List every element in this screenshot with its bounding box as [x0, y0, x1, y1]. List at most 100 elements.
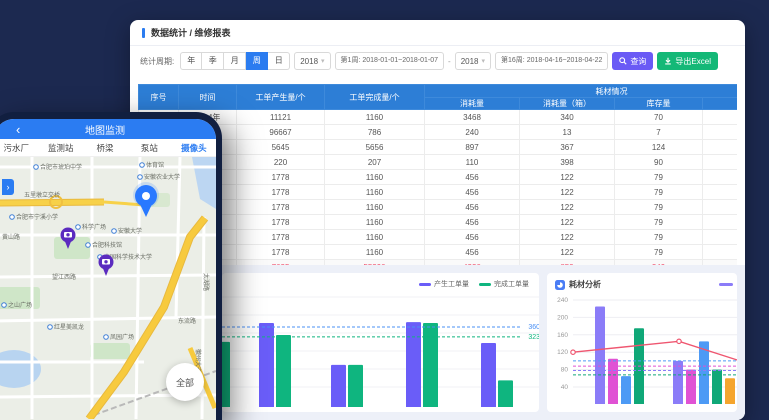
- poi-icon: [48, 325, 53, 330]
- table-cell: 456: [425, 170, 520, 185]
- phone-tab-监测站[interactable]: 监测站: [38, 142, 82, 154]
- period-option-季[interactable]: 季: [202, 52, 224, 70]
- table-cell: 456: [425, 245, 520, 260]
- back-icon[interactable]: ‹: [16, 119, 20, 143]
- y-axis-tick: 160: [557, 332, 568, 339]
- phone-tab-bar: 污水厂监测站桥梁泵站摄像头: [0, 139, 216, 157]
- consumable-bar-chart: 2402001601208040: [547, 290, 737, 404]
- map-label: 望江西路: [52, 273, 76, 281]
- consumable-chart-card: 耗材分析 2402001601208040: [547, 273, 737, 412]
- table-cell: 1778: [237, 215, 325, 230]
- table-cell: 1160: [325, 200, 425, 215]
- y-axis-tick: 120: [557, 349, 568, 356]
- sub-column-header: 消耗量: [425, 98, 520, 110]
- map-label: 东流路: [178, 317, 196, 325]
- group-header: 耗材情况: [425, 85, 738, 98]
- legend-item[interactable]: 完成工单量: [479, 279, 529, 289]
- breadcrumb-accent-bar: [142, 28, 145, 38]
- table-cell: 456: [425, 200, 520, 215]
- table-cell: 690: [703, 125, 738, 140]
- table-cell: 1160: [325, 215, 425, 230]
- map-label: 红星美凯龙: [54, 323, 84, 331]
- table-cell: 1160: [325, 170, 425, 185]
- column-header: 工单产生量/个: [237, 85, 325, 110]
- end-range-input[interactable]: 第16周: 2018-04-16~2018-04-22: [495, 52, 608, 70]
- y-axis-tick: 40: [561, 384, 569, 391]
- table-cell: 340: [520, 110, 615, 125]
- park-area: [90, 343, 130, 359]
- export-button-label: 导出Excel: [675, 56, 711, 67]
- trend-line-marker: [677, 339, 681, 343]
- table-cell: 122: [520, 200, 615, 215]
- table-cell: 897: [425, 140, 520, 155]
- camera-pin[interactable]: [99, 255, 114, 277]
- map-view[interactable]: 合肥市琥珀中学体育馆安徽农业大学五里墩立交桥合肥市宁溪小学科学广场安徽大学合肥科…: [0, 157, 216, 420]
- period-option-日[interactable]: 日: [268, 52, 290, 70]
- map-label: 合肥市琥珀中学: [40, 163, 82, 171]
- search-button[interactable]: 查询: [612, 52, 653, 70]
- table-cell: 90: [615, 155, 703, 170]
- table-cell: 1778: [237, 230, 325, 245]
- sub-column-header: 金额: [703, 98, 738, 110]
- produced-bar: [259, 323, 274, 407]
- map-label: 合肥市宁溪小学: [16, 213, 58, 221]
- start-year-select[interactable]: 2018 ▾: [294, 52, 330, 70]
- poi-icon: [104, 335, 109, 340]
- phone-header: ‹ 地图监测: [0, 119, 216, 139]
- phone-tab-泵站[interactable]: 泵站: [127, 142, 171, 154]
- completed-bar: [423, 323, 438, 407]
- table-cell: 67: [703, 230, 738, 245]
- show-all-button[interactable]: 全部: [166, 363, 204, 401]
- river-area: [192, 157, 216, 209]
- period-option-周[interactable]: 周: [246, 52, 268, 70]
- consumable-bar: [608, 359, 618, 404]
- start-range-input[interactable]: 第1周: 2018-01-01~2018-01-07: [335, 52, 444, 70]
- table-cell: 67: [703, 170, 738, 185]
- filter-bar: 统计周期: 年季月周日 2018 ▾ 第1周: 2018-01-01~2018-…: [130, 46, 745, 76]
- export-excel-button[interactable]: 导出Excel: [657, 52, 718, 70]
- completed-bar: [276, 335, 291, 407]
- phone-screen: ‹ 地图监测 污水厂监测站桥梁泵站摄像头: [0, 119, 216, 420]
- selected-location-pin[interactable]: [133, 182, 159, 217]
- phone-tab-摄像头[interactable]: 摄像头: [172, 142, 216, 154]
- table-cell: 79: [615, 230, 703, 245]
- consumable-legend-line[interactable]: [719, 283, 733, 286]
- poi-icon: [86, 243, 91, 248]
- table-cell: 79: [615, 200, 703, 215]
- legend-swatch-icon: [479, 283, 491, 286]
- phone-mockup: ‹ 地图监测 污水厂监测站桥梁泵站摄像头: [0, 112, 222, 420]
- legend-item[interactable]: 产生工单量: [419, 279, 469, 289]
- expand-panel-button[interactable]: ›: [2, 179, 14, 195]
- reference-line-label: 323: [528, 334, 539, 341]
- poi-icon: [140, 163, 145, 168]
- table-row: 92022年177811604561227967: [139, 230, 738, 245]
- table-cell: 7: [615, 125, 703, 140]
- y-axis-tick: 200: [557, 314, 568, 321]
- table-cell: 5656: [325, 140, 425, 155]
- table-cell: 79: [615, 185, 703, 200]
- table-cell: 1778: [237, 245, 325, 260]
- table-cell: 1160: [325, 185, 425, 200]
- consumable-bar: [621, 376, 631, 404]
- table-row: 52018年177811604561227967: [139, 170, 738, 185]
- map-label: 凤园广场: [110, 333, 134, 341]
- legend-label: 产生工单量: [434, 279, 469, 289]
- column-header: 序号: [139, 85, 179, 110]
- consumable-bar: [595, 307, 605, 404]
- table-row: 72020年177811604561227967: [139, 200, 738, 215]
- map-label: 之山广场: [8, 301, 32, 309]
- end-year-select[interactable]: 2018 ▾: [455, 52, 491, 70]
- trend-line-marker: [571, 350, 575, 354]
- table-cell: 70: [615, 110, 703, 125]
- table-cell: 122: [520, 230, 615, 245]
- phone-tab-桥梁[interactable]: 桥梁: [83, 142, 127, 154]
- table-cell: 1778: [237, 185, 325, 200]
- period-option-月[interactable]: 月: [224, 52, 246, 70]
- period-segmented-control: 年季月周日: [180, 52, 290, 70]
- period-label: 统计周期:: [140, 56, 174, 67]
- phone-tab-污水厂[interactable]: 污水厂: [0, 142, 38, 154]
- completed-bar: [222, 342, 230, 407]
- consumable-chart-title: 耗材分析: [569, 279, 715, 290]
- period-option-年[interactable]: 年: [180, 52, 202, 70]
- table-row: 22015年96667786240137690: [139, 125, 738, 140]
